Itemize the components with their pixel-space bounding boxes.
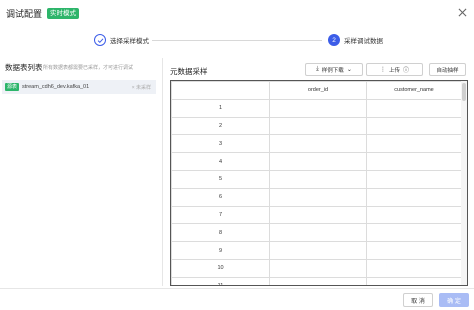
cell-order-id[interactable] (269, 205, 367, 225)
cell-customer-name[interactable] (366, 276, 462, 285)
row-number: 6 (171, 187, 270, 207)
check-icon (94, 34, 106, 46)
cell-order-id[interactable] (269, 187, 367, 207)
dialog-header: 调试配置 实时模式 (0, 0, 474, 26)
step-select-mode[interactable]: 选择采样模式 (94, 34, 149, 46)
row-number: 8 (171, 223, 270, 243)
upload-label: 上传 (388, 67, 400, 74)
row-number: 5 (171, 169, 270, 189)
download-label: 样例下载 (321, 67, 344, 74)
table-row: 10 (171, 258, 462, 278)
cell-customer-name[interactable] (366, 223, 462, 243)
cancel-button[interactable]: 取 消 (403, 293, 433, 307)
close-button[interactable] (455, 5, 469, 19)
row-number: 10 (171, 258, 270, 278)
info-icon: ⓘ (403, 68, 410, 74)
panel-divider (162, 58, 163, 286)
cell-customer-name[interactable] (366, 98, 462, 118)
cell-customer-name[interactable] (366, 152, 462, 171)
cell-customer-name[interactable] (366, 169, 462, 189)
table-row: 9 (171, 241, 462, 260)
cell-order-id[interactable] (269, 276, 367, 285)
table-row: 11 (171, 276, 462, 285)
source-tag: 源表 (5, 83, 20, 91)
cell-order-id[interactable] (269, 258, 367, 278)
steps-bar: 选择采样模式 2 采样调试数据 (0, 33, 474, 51)
table-row: 7 (171, 205, 462, 225)
confirm-button[interactable]: 确 定 (439, 293, 469, 307)
table-list-title: 数据表列表 (5, 63, 43, 72)
cell-customer-name[interactable] (366, 241, 462, 260)
sample-status: × 未采样 (131, 85, 151, 91)
mode-badge: 实时模式 (47, 7, 80, 19)
row-number: 9 (171, 241, 270, 260)
row-number: 1 (171, 98, 270, 118)
cell-order-id[interactable] (269, 169, 367, 189)
row-number: 2 (171, 116, 270, 136)
cell-customer-name[interactable] (366, 116, 462, 136)
table-row: 4 (171, 152, 462, 171)
list-item[interactable]: 源表 stream_cdh6_dev.kafka_01 × 未采样 (2, 80, 156, 94)
table-name: stream_cdh6_dev.kafka_01 (22, 84, 90, 90)
auto-sample-button[interactable]: 自动抽样 (429, 63, 466, 76)
column-header: order_id (269, 81, 367, 100)
row-number: 7 (171, 205, 270, 225)
dialog-title: 调试配置 (6, 8, 43, 19)
upload-button[interactable]: ⋮ 上传 ⓘ (366, 63, 423, 76)
chevron-down-icon: ⌄ (346, 67, 352, 73)
cell-order-id[interactable] (269, 116, 367, 136)
row-number: 11 (171, 276, 270, 285)
scrollbar-thumb[interactable] (462, 83, 466, 101)
row-number: 3 (171, 134, 270, 154)
step-label: 选择采样模式 (110, 38, 149, 45)
vertical-scrollbar[interactable] (461, 81, 467, 285)
table-list-hint: 所有数据表都需要已采样，才可进行调试 (43, 65, 134, 71)
step-connector (152, 40, 322, 41)
cell-order-id[interactable] (269, 152, 367, 171)
cell-customer-name[interactable] (366, 134, 462, 154)
step-number: 2 (328, 34, 340, 46)
cell-order-id[interactable] (269, 98, 367, 118)
more-vertical-icon: ⋮ (379, 67, 386, 73)
table-row: 6 (171, 187, 462, 207)
footer-divider (0, 288, 474, 289)
download-icon: ⤓ (316, 66, 319, 72)
download-sample-button[interactable]: ⤓ 样例下载 ⌄ (305, 63, 363, 76)
table-row: 2 (171, 116, 462, 136)
table-row: 8 (171, 223, 462, 243)
table-row: 3 (171, 134, 462, 154)
table-header-row: order_id customer_name (171, 81, 462, 100)
cell-order-id[interactable] (269, 241, 367, 260)
cell-customer-name[interactable] (366, 187, 462, 207)
row-number: 4 (171, 152, 270, 171)
step-sample-data[interactable]: 2 采样调试数据 (328, 34, 383, 46)
cell-order-id[interactable] (269, 223, 367, 243)
sample-data-grid: order_id customer_name 1 2 3 4 5 6 7 8 9… (170, 80, 468, 286)
cell-customer-name[interactable] (366, 205, 462, 225)
close-icon (458, 8, 466, 16)
table-row: 5 (171, 169, 462, 189)
cell-order-id[interactable] (269, 134, 367, 154)
column-header: customer_name (366, 81, 462, 100)
cell-customer-name[interactable] (366, 258, 462, 278)
step-label: 采样调试数据 (344, 38, 383, 45)
auto-sample-label: 自动抽样 (436, 67, 459, 74)
table-row: 1 (171, 98, 462, 118)
sampling-title: 元数据采样 (170, 67, 208, 76)
table-list-panel: 数据表列表 所有数据表都需要已采样，才可进行调试 源表 stream_cdh6_… (0, 58, 160, 288)
column-header (171, 81, 270, 100)
